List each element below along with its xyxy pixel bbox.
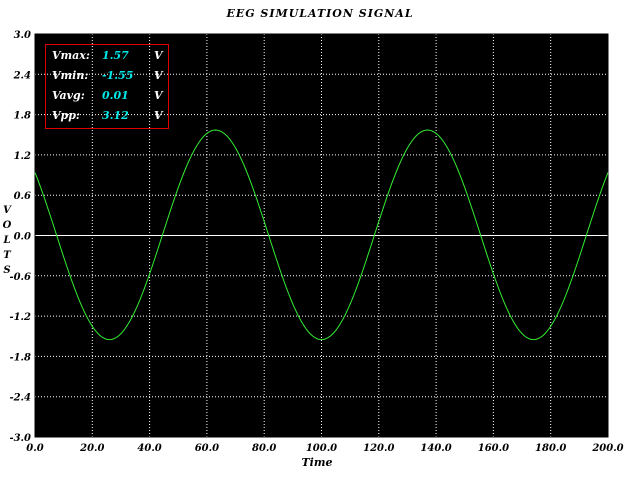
readout-unit: V bbox=[154, 49, 163, 62]
readout-row-vmax: Vmax: 1.57 V bbox=[46, 49, 168, 63]
y-tick-label: 0.0 bbox=[14, 232, 31, 243]
readout-value: 1.57 bbox=[102, 49, 129, 62]
y-tick-label: -1.2 bbox=[9, 312, 31, 323]
measurement-readout-panel: Vmax: 1.57 V Vmin: -1.55 V Vavg: 0.01 V … bbox=[45, 44, 169, 129]
x-tick-label: 0.0 bbox=[26, 443, 43, 454]
y-axis-label: VOLTS bbox=[2, 203, 12, 278]
readout-unit: V bbox=[154, 69, 163, 82]
x-tick-label: 140.0 bbox=[420, 443, 451, 454]
y-tick-label: 1.2 bbox=[14, 151, 31, 162]
readout-label: Vpp: bbox=[52, 109, 80, 122]
readout-label: Vavg: bbox=[52, 89, 85, 102]
x-tick-label: 60.0 bbox=[195, 443, 219, 454]
y-tick-label: 2.4 bbox=[13, 70, 31, 81]
readout-unit: V bbox=[154, 89, 163, 102]
readout-row-vavg: Vavg: 0.01 V bbox=[46, 89, 168, 103]
y-tick-label: -0.6 bbox=[9, 272, 31, 283]
y-axis-label-letter: V bbox=[3, 205, 11, 216]
readout-unit: V bbox=[154, 109, 163, 122]
y-tick-label: 1.8 bbox=[14, 111, 31, 122]
readout-label: Vmax: bbox=[52, 49, 90, 62]
readout-value: 0.01 bbox=[102, 89, 129, 102]
x-tick-label: 100.0 bbox=[306, 443, 337, 454]
y-axis-label-letter: T bbox=[3, 250, 11, 261]
y-tick-label: -1.8 bbox=[9, 352, 31, 363]
x-axis-label: Time bbox=[301, 456, 333, 469]
x-tick-label: 20.0 bbox=[79, 443, 104, 454]
x-tick-label: 160.0 bbox=[478, 443, 509, 454]
x-tick-label: 40.0 bbox=[137, 443, 161, 454]
readout-value: -1.55 bbox=[102, 69, 134, 82]
y-tick-label: 3.0 bbox=[14, 30, 31, 41]
y-axis-label-letter: S bbox=[3, 265, 11, 276]
y-tick-label: -2.4 bbox=[9, 393, 31, 404]
x-tick-label: 80.0 bbox=[252, 443, 276, 454]
y-tick-label: 0.6 bbox=[14, 191, 31, 202]
readout-row-vpp: Vpp: 3.12 V bbox=[46, 109, 168, 123]
y-axis-label-letter: L bbox=[3, 235, 11, 246]
readout-row-vmin: Vmin: -1.55 V bbox=[46, 69, 168, 83]
y-axis-label-letter: O bbox=[2, 220, 12, 231]
x-tick-label: 180.0 bbox=[535, 443, 566, 454]
y-tick-label: -3.0 bbox=[9, 433, 31, 444]
readout-value: 3.12 bbox=[102, 109, 129, 122]
x-tick-label: 200.0 bbox=[591, 443, 623, 454]
readout-label: Vmin: bbox=[52, 69, 89, 82]
x-tick-label: 120.0 bbox=[363, 443, 394, 454]
